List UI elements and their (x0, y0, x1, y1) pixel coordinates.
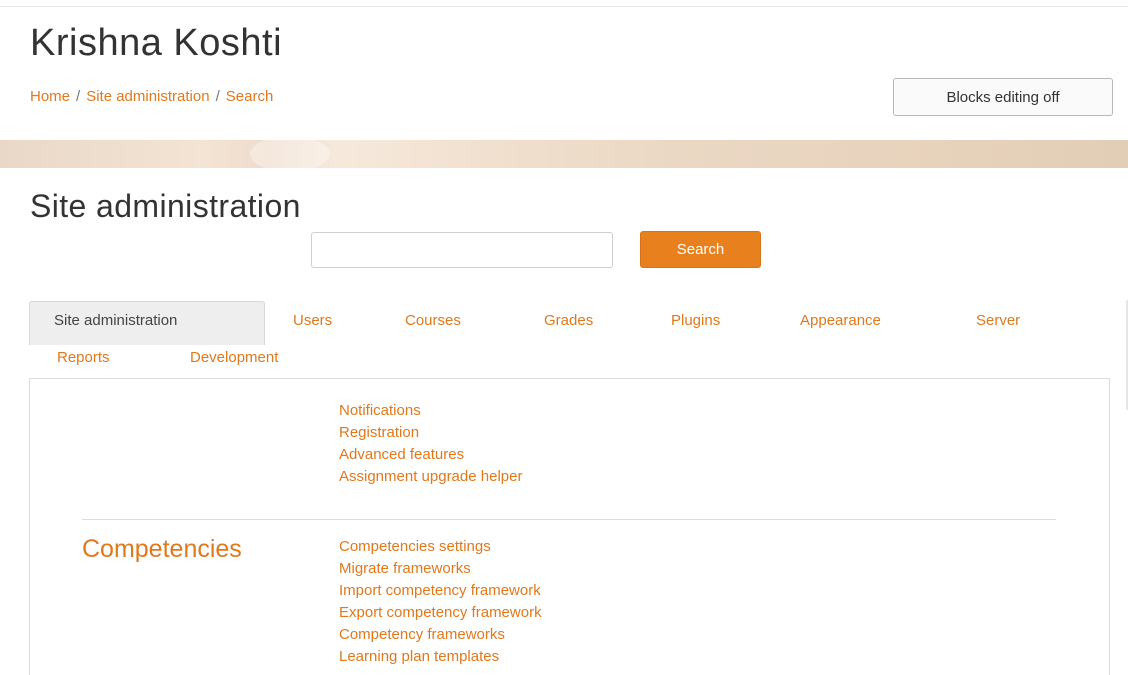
link-learning-plan-templates[interactable]: Learning plan templates (339, 646, 542, 668)
tab-appearance[interactable]: Appearance (800, 312, 881, 329)
top-border (0, 6, 1128, 7)
link-competency-frameworks[interactable]: Competency frameworks (339, 624, 542, 646)
tab-site-administration[interactable]: Site administration (29, 301, 265, 345)
competencies-links: Competencies settings Migrate frameworks… (339, 536, 542, 668)
search-button[interactable]: Search (640, 231, 761, 268)
tab-server[interactable]: Server (976, 312, 1020, 329)
blocks-editing-button[interactable]: Blocks editing off (893, 78, 1113, 116)
tab-content-panel (29, 378, 1110, 675)
tab-development[interactable]: Development (190, 349, 278, 366)
tab-grades[interactable]: Grades (544, 312, 593, 329)
breadcrumb-home[interactable]: Home (30, 88, 70, 105)
section-divider (82, 519, 1056, 520)
banner-glow (250, 136, 330, 172)
link-migrate-frameworks[interactable]: Migrate frameworks (339, 558, 542, 580)
link-competencies-settings[interactable]: Competencies settings (339, 536, 542, 558)
page-title: Site administration (30, 188, 301, 224)
link-export-competency-framework[interactable]: Export competency framework (339, 602, 542, 624)
site-title: Krishna Koshti (30, 22, 283, 64)
breadcrumb: Home / Site administration / Search (30, 88, 273, 105)
breadcrumb-separator: / (76, 88, 81, 105)
tab-users[interactable]: Users (293, 312, 332, 329)
tab-plugins[interactable]: Plugins (671, 312, 720, 329)
breadcrumb-site-administration[interactable]: Site administration (86, 88, 209, 105)
link-registration[interactable]: Registration (339, 422, 522, 444)
breadcrumb-separator: / (215, 88, 220, 105)
breadcrumb-search[interactable]: Search (226, 88, 274, 105)
link-notifications[interactable]: Notifications (339, 400, 522, 422)
link-import-competency-framework[interactable]: Import competency framework (339, 580, 542, 602)
section-heading-competencies[interactable]: Competencies (82, 535, 242, 564)
header-banner (0, 136, 1128, 172)
tab-courses[interactable]: Courses (405, 312, 461, 329)
general-links: Notifications Registration Advanced feat… (339, 400, 522, 488)
tab-reports[interactable]: Reports (57, 349, 110, 366)
admin-search-input[interactable] (311, 232, 613, 268)
link-advanced-features[interactable]: Advanced features (339, 444, 522, 466)
link-assignment-upgrade-helper[interactable]: Assignment upgrade helper (339, 466, 522, 488)
